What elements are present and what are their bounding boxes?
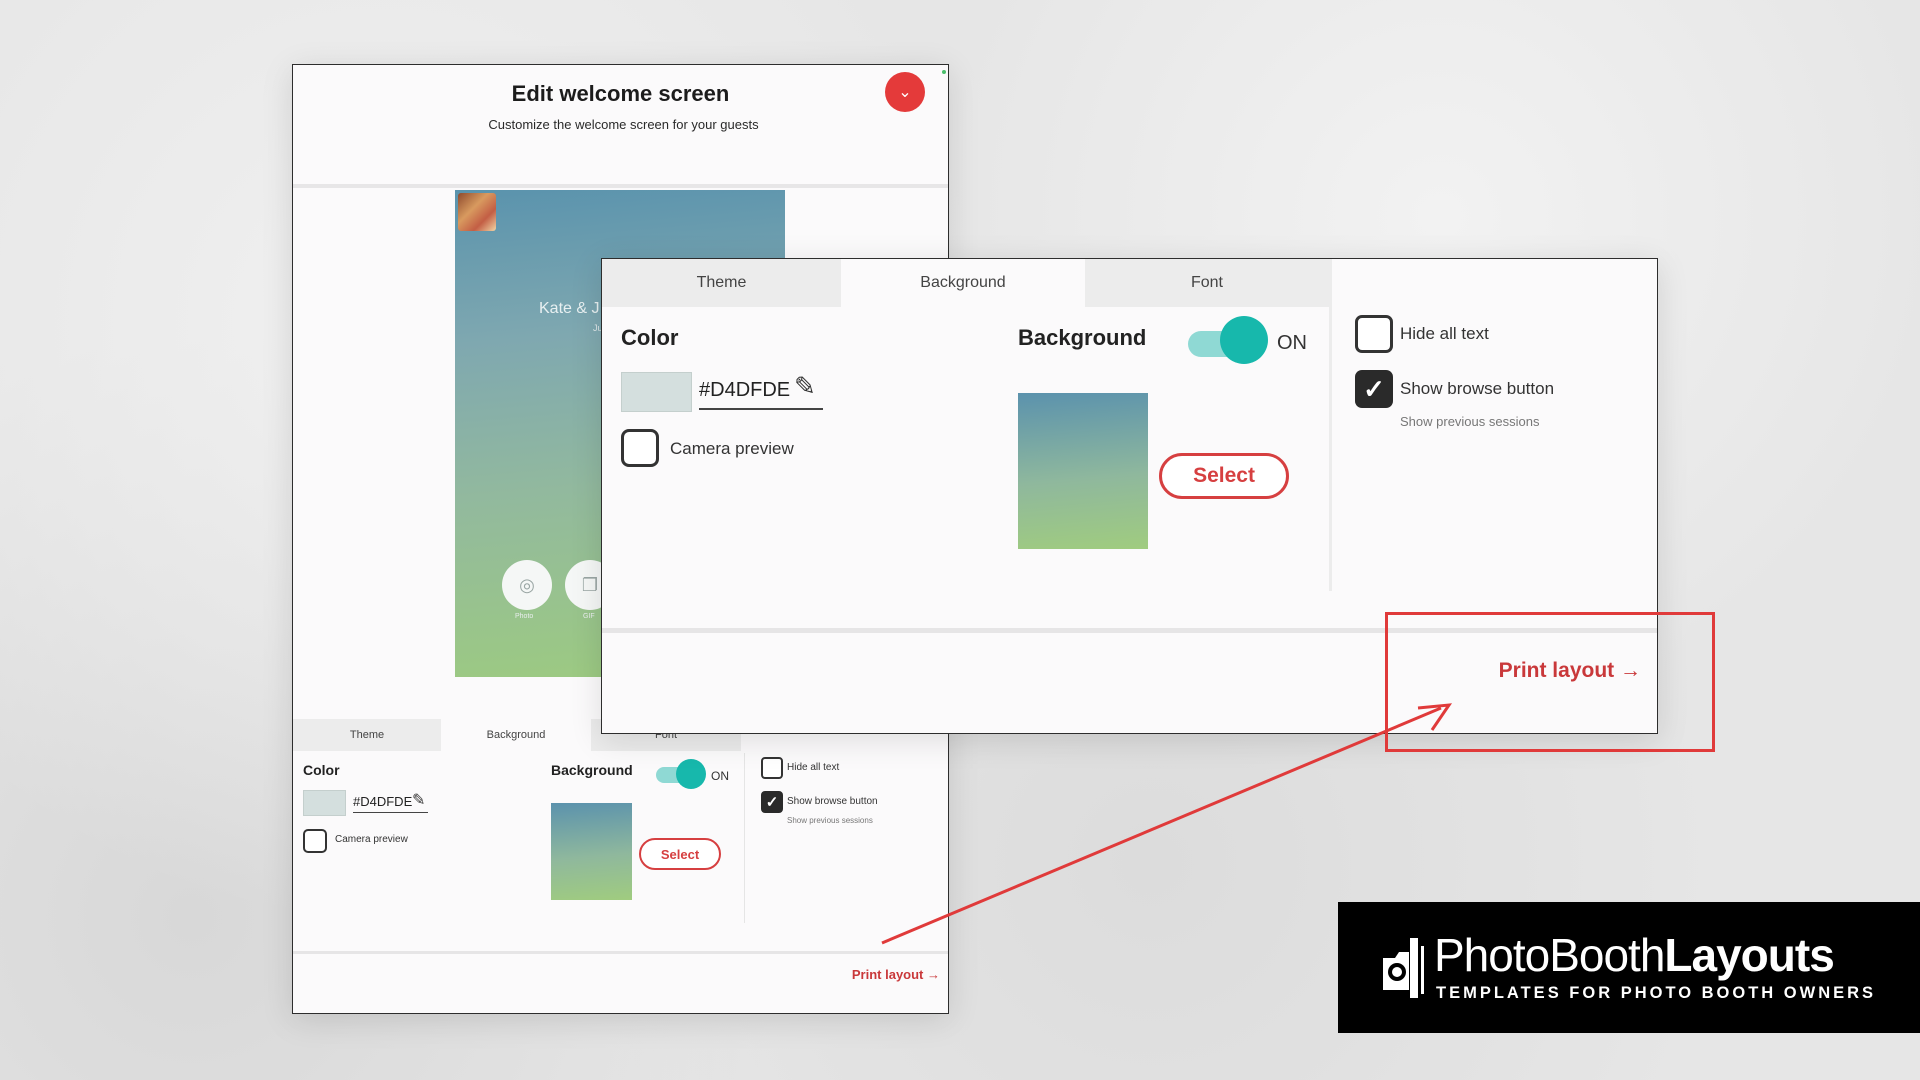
logo-name-light: PhotoBooth <box>1434 929 1665 981</box>
status-dot <box>942 70 946 74</box>
toggle-state-label: ON <box>1277 332 1307 354</box>
select-background-button[interactable]: Select <box>1159 453 1289 499</box>
color-label: Color <box>621 325 679 350</box>
column-divider <box>1329 259 1332 591</box>
chevron-down-icon: ⌄ <box>898 84 912 101</box>
event-photo-thumbnail <box>458 193 496 231</box>
show-previous-label: Show previous sessions <box>787 816 873 825</box>
camera-preview-label: Camera preview <box>335 834 408 845</box>
color-hex-input[interactable]: #D4DFDE <box>699 379 790 402</box>
gif-icon: ❐ <box>581 574 599 595</box>
print-layout-link[interactable]: Print layout → <box>852 967 940 982</box>
pen-icon[interactable]: ✎ <box>794 371 816 402</box>
pen-icon[interactable]: ✎ <box>412 790 425 810</box>
header-divider <box>293 184 948 188</box>
tab-theme[interactable]: Theme <box>602 259 841 307</box>
camera-preview-checkbox[interactable] <box>621 429 659 467</box>
brand-logo: PhotoBoothLayouts TEMPLATES FOR PHOTO BO… <box>1338 902 1920 1033</box>
tab-theme[interactable]: Theme <box>293 719 441 751</box>
toggle-knob[interactable] <box>1220 316 1268 364</box>
check-icon: ✓ <box>765 794 779 811</box>
camera-preview-label: Camera preview <box>670 439 794 458</box>
show-browse-label: Show browse button <box>787 796 878 807</box>
tab-font[interactable]: Font <box>1085 259 1329 307</box>
tab-background[interactable]: Background <box>841 259 1085 307</box>
hide-all-text-checkbox[interactable] <box>1355 315 1393 353</box>
background-thumbnail <box>1018 393 1148 549</box>
photo-mode-button[interactable]: ◎ <box>502 560 552 610</box>
color-swatch[interactable] <box>303 790 346 816</box>
background-thumbnail <box>551 803 632 900</box>
preview-names: Kate & J <box>539 300 600 317</box>
camera-preview-checkbox[interactable] <box>303 829 327 853</box>
photo-icon: ◎ <box>519 574 535 595</box>
logo-name-bold: Layouts <box>1664 929 1834 981</box>
background-label: Background <box>1018 325 1147 350</box>
show-browse-checkbox[interactable]: ✓ <box>1355 370 1393 408</box>
check-icon: ✓ <box>1363 373 1385 404</box>
color-label: Color <box>303 762 340 778</box>
show-browse-label: Show browse button <box>1400 379 1555 398</box>
column-divider <box>744 753 745 923</box>
show-previous-label: Show previous sessions <box>1400 414 1540 429</box>
logo-camera-icon <box>1383 938 1424 998</box>
select-background-button[interactable]: Select <box>639 838 721 870</box>
show-browse-checkbox[interactable]: ✓ <box>761 791 783 813</box>
logo-name: PhotoBoothLayouts <box>1434 928 1835 982</box>
print-layout-highlight <box>1385 612 1715 752</box>
footer-divider <box>293 951 948 954</box>
background-label: Background <box>551 762 633 778</box>
logo-tagline: TEMPLATES FOR PHOTO BOOTH OWNERS <box>1436 984 1877 1002</box>
color-swatch[interactable] <box>621 372 692 412</box>
collapse-button[interactable]: ⌄ <box>885 72 925 112</box>
hide-all-text-label: Hide all text <box>787 762 840 773</box>
photo-mode-label: Photo <box>515 613 534 620</box>
color-hex-input[interactable]: #D4DFDE <box>353 794 412 809</box>
toggle-state-label: ON <box>711 769 729 783</box>
toggle-knob[interactable] <box>676 759 706 789</box>
page-subtitle: Customize the welcome screen for your gu… <box>488 117 759 132</box>
page-title: Edit welcome screen <box>511 81 730 106</box>
tab-background[interactable]: Background <box>441 719 591 751</box>
hex-underline <box>699 408 823 410</box>
hide-all-text-checkbox[interactable] <box>761 757 783 779</box>
hex-underline <box>353 812 428 813</box>
hide-all-text-label: Hide all text <box>1400 324 1489 343</box>
gif-mode-label: GIF <box>583 613 595 620</box>
